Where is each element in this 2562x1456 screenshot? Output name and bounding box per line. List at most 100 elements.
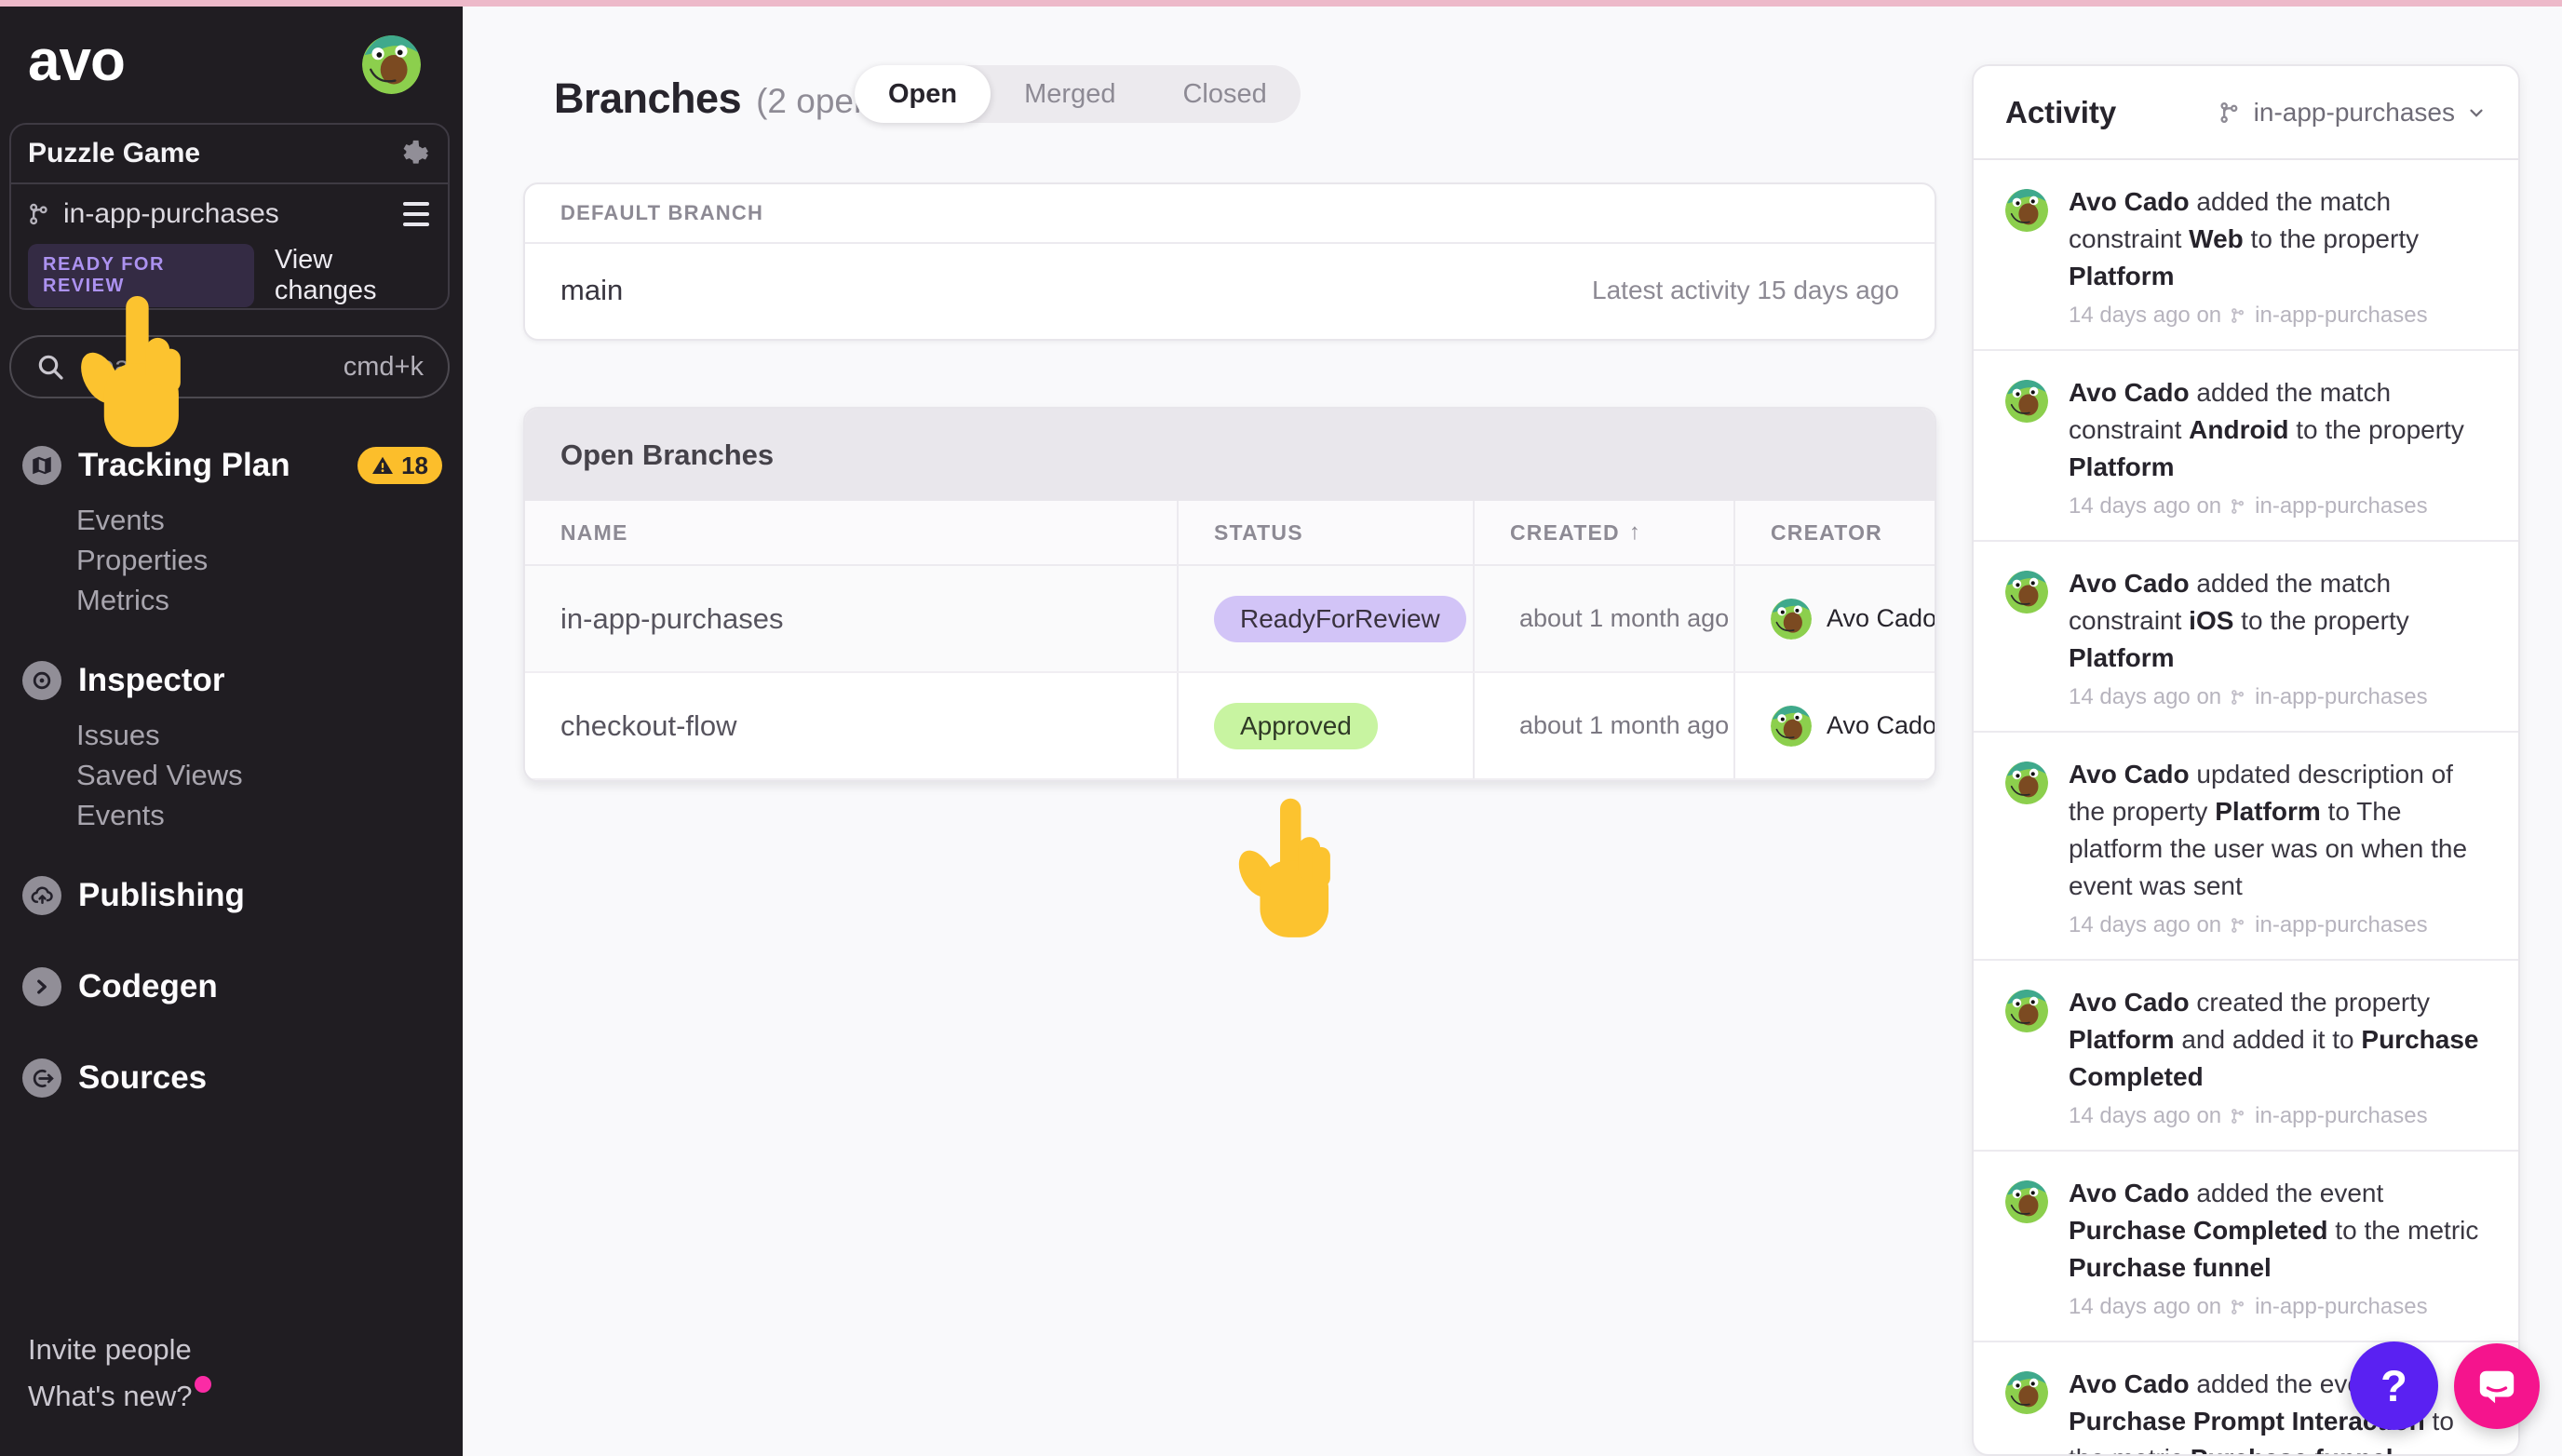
activity-avatar (2005, 762, 2048, 804)
default-branch-row[interactable]: main Latest activity 15 days ago (525, 244, 1935, 337)
column-header-creator[interactable]: CREATOR (1733, 501, 1935, 564)
sidebar-subitem-properties[interactable]: Properties (76, 540, 463, 580)
view-changes-link[interactable]: View changes (275, 245, 431, 306)
help-button[interactable]: ? (2350, 1341, 2438, 1430)
creator-name: Avo Cado (1827, 604, 1935, 632)
branch-created-cell: about 1 month ago (1473, 673, 1733, 778)
sidebar-item-codegen[interactable]: Codegen (0, 965, 463, 1008)
sidebar-subitem-events[interactable]: Events (76, 795, 463, 835)
tab-merged[interactable]: Merged (991, 65, 1149, 123)
table-row[interactable]: checkout-flow Approved about 1 month ago Av… (525, 673, 1935, 780)
activity-item[interactable]: Avo Cado created the property Platform a… (1974, 959, 2518, 1150)
activity-avatar (2005, 1180, 2048, 1223)
activity-meta: 14 days ago on in-app-purchases (2069, 912, 2428, 937)
tab-closed[interactable]: Closed (1149, 65, 1300, 123)
search-shortcut: cmd+k (343, 351, 424, 382)
page-title: Branches (2 open) (554, 74, 884, 122)
activity-avatar (2005, 1371, 2048, 1414)
chevron-down-icon (2470, 109, 2483, 117)
default-branch-name[interactable]: main (560, 274, 623, 307)
question-mark-icon: ? (2380, 1361, 2407, 1410)
sidebar-item-sources[interactable]: Sources (0, 1057, 463, 1099)
user-avatar[interactable] (362, 35, 421, 94)
workspace-name[interactable]: Puzzle Game (28, 138, 200, 169)
inspector-icon (22, 661, 61, 700)
search-input[interactable]: Search cmd+k (9, 335, 450, 398)
current-branch-name[interactable]: in-app-purchases (63, 198, 392, 230)
activity-title: Activity (2005, 94, 2117, 129)
tab-open[interactable]: Open (855, 65, 991, 123)
sort-ascending-icon: ↑ (1628, 519, 1640, 545)
issues-count-badge[interactable]: 18 (357, 447, 442, 484)
activity-meta: 14 days ago on in-app-purchases (2069, 303, 2428, 328)
activity-item[interactable]: Avo Cado added the event Purchase Comple… (1974, 1150, 2518, 1341)
activity-meta: 14 days ago on in-app-purchases (2069, 684, 2428, 709)
map-icon (22, 446, 61, 485)
sidebar-item-label: Inspector (78, 662, 225, 698)
status-badge: Approved (1214, 702, 1378, 749)
codegen-icon (22, 967, 61, 1006)
activity-avatar (2005, 380, 2048, 423)
pointing-up-hand-cursor (81, 295, 181, 448)
table-row[interactable]: in-app-purchases ReadyForReview about 1 mo… (525, 566, 1935, 673)
table-header-row: NAME STATUS CREATED ↑ CREATOR (525, 501, 1935, 566)
sidebar-item-tracking-plan[interactable]: Tracking Plan 18 (0, 444, 463, 487)
branch-name-cell[interactable]: in-app-purchases (525, 566, 1177, 671)
branch-filter-tabs: Open Merged Closed (855, 65, 1301, 123)
default-branch-card: DEFAULT BRANCH main Latest activity 15 d… (523, 182, 1936, 341)
sidebar-subitem-events[interactable]: Events (76, 500, 463, 540)
branch-status-cell: ReadyForReview (1177, 566, 1473, 671)
activity-message: Avo Cado added the event Purchase Comple… (2069, 1179, 2479, 1282)
activity-avatar (2005, 571, 2048, 613)
activity-meta: 14 days ago on in-app-purchases (2069, 493, 2428, 519)
creator-avatar (1771, 705, 1812, 747)
activity-item[interactable]: Avo Cado added the match constraint Andr… (1974, 349, 2518, 540)
branch-created-cell: about 1 month ago (1473, 566, 1733, 671)
branch-creator-cell: Avo Cado (1733, 673, 1935, 778)
column-header-name[interactable]: NAME (525, 501, 1177, 564)
branch-name-cell[interactable]: checkout-flow (525, 673, 1177, 778)
sources-icon (22, 1058, 61, 1098)
branch-menu-icon[interactable] (403, 202, 429, 226)
activity-item[interactable]: Avo Cado added the event Purchase Prompt… (1974, 1341, 2518, 1454)
default-branch-header: DEFAULT BRANCH (525, 184, 1935, 244)
intercom-chat-button[interactable] (2454, 1343, 2540, 1429)
activity-avatar (2005, 189, 2048, 232)
whats-new-link[interactable]: What's new? (28, 1376, 211, 1413)
sidebar-item-publishing[interactable]: Publishing (0, 874, 463, 917)
search-icon (35, 352, 65, 382)
default-branch-latest-activity: Latest activity 15 days ago (1592, 276, 1899, 304)
column-header-created[interactable]: CREATED ↑ (1473, 501, 1733, 564)
sidebar-subitem-metrics[interactable]: Metrics (76, 580, 463, 620)
sidebar-subitem-issues[interactable]: Issues (76, 715, 463, 755)
gear-icon[interactable] (398, 138, 429, 169)
branch-icon (2220, 101, 2238, 123)
sidebar-nav: Tracking Plan 18 Events Properties Metrics In… (0, 444, 463, 1148)
branch-creator-cell: Avo Cado (1733, 566, 1935, 671)
sidebar-item-inspector[interactable]: Inspector (0, 659, 463, 702)
activity-message: Avo Cado updated description of the prop… (2069, 760, 2468, 900)
pointing-up-hand-cursor (1238, 798, 1330, 937)
column-header-status[interactable]: STATUS (1177, 501, 1473, 564)
publishing-icon (22, 876, 61, 915)
activity-branch-filter[interactable]: in-app-purchases (2217, 98, 2487, 128)
whats-new-notification-dot (194, 1376, 211, 1393)
activity-item[interactable]: Avo Cado added the match constraint Web … (1974, 160, 2518, 349)
creator-name: Avo Cado (1827, 711, 1935, 739)
sidebar-subitem-saved-views[interactable]: Saved Views (76, 755, 463, 795)
open-branches-card: Open Branches NAME STATUS CREATED ↑ CREAT… (523, 407, 1936, 782)
branch-status-cell: Approved (1177, 673, 1473, 778)
sidebar: avo Puzzle Game in-app-purchases READY F… (0, 0, 463, 1456)
activity-panel: Activity in-app-purchases Avo Cado added… (1972, 64, 2520, 1456)
activity-item[interactable]: Avo Cado added the match constraint iOS … (1974, 540, 2518, 731)
status-badge: ReadyForReview (1214, 595, 1466, 642)
activity-message: Avo Cado added the match constraint Web … (2069, 187, 2420, 290)
chat-bubble-icon (2479, 1370, 2515, 1404)
invite-people-link[interactable]: Invite people (28, 1333, 192, 1367)
branch-icon (26, 201, 52, 227)
creator-avatar (1771, 598, 1812, 640)
sidebar-item-label: Publishing (78, 877, 245, 913)
workspace-card: Puzzle Game in-app-purchases READY FOR R… (9, 123, 450, 310)
avo-logo: avo (28, 29, 126, 93)
activity-item[interactable]: Avo Cado updated description of the prop… (1974, 731, 2518, 959)
